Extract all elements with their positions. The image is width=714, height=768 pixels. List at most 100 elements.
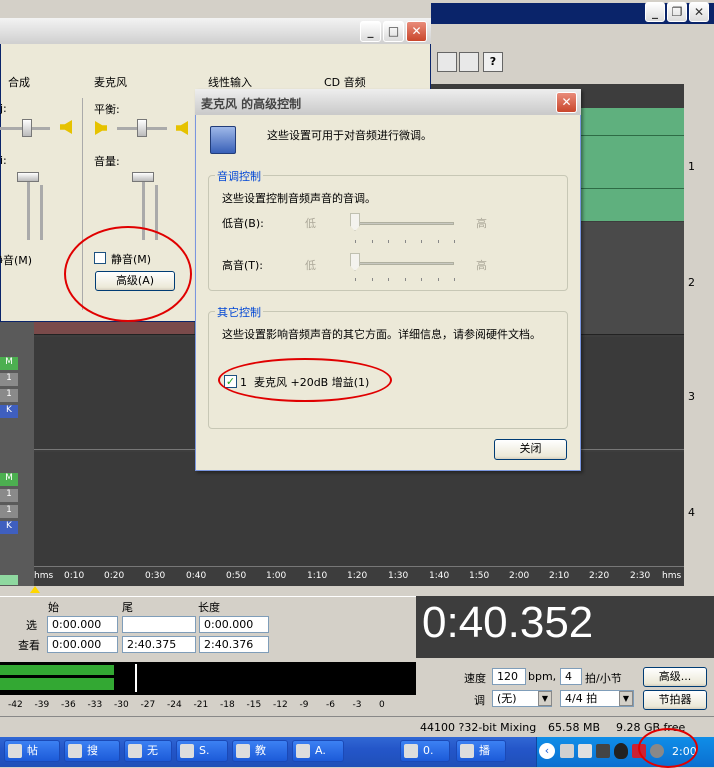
slider-tick (454, 278, 455, 281)
slider-tick (355, 240, 356, 243)
help-icon[interactable]: ? (483, 52, 503, 72)
bg-restore-button[interactable]: ❐ (667, 2, 687, 22)
meter-label: 0 (379, 700, 385, 710)
taskbar-button[interactable]: 播 (456, 740, 506, 762)
timeline-label: 0:50 (226, 571, 247, 581)
track-button-2[interactable]: 1 (0, 389, 18, 402)
track-number-1: 1 (688, 160, 695, 173)
selection-end-field[interactable] (122, 616, 196, 633)
tray-app-icon[interactable] (596, 744, 610, 758)
track-button-k[interactable]: K (0, 405, 18, 418)
bass-high-label: 高 (476, 217, 487, 230)
key-dropdown-icon[interactable]: ▼ (538, 691, 552, 706)
bg-minimize-button[interactable]: _ (645, 2, 665, 22)
timeline-label: 1:10 (307, 571, 328, 581)
mixer-close-button[interactable]: ✕ (406, 21, 427, 42)
view-row-label: 查看 (18, 639, 40, 652)
toolbar-tool-icon[interactable] (437, 52, 457, 72)
view-end-field[interactable]: 2:40.375 (122, 636, 196, 653)
bass-label: 低音(B): (222, 217, 264, 230)
taskbar-button[interactable]: 搜 (64, 740, 120, 762)
tone-desc: 这些设置控制音频声音的音调。 (222, 192, 376, 205)
status-memory: 65.58 MB (548, 721, 601, 734)
balance-slider-thumb[interactable] (22, 119, 32, 137)
toolbar-tool-icon[interactable] (459, 52, 479, 72)
track-number-3: 3 (688, 390, 695, 403)
timeline-label: 1:50 (469, 571, 490, 581)
slider-tick (421, 278, 422, 281)
slider-tick (388, 278, 389, 281)
app-icon (128, 744, 142, 758)
track-button-m[interactable]: M (0, 473, 18, 486)
bass-low-label: 低 (305, 217, 316, 230)
metronome-button[interactable]: 节拍器 (643, 690, 707, 710)
tempo-input[interactable]: 120 (492, 668, 526, 685)
volume-label-fragment: i: (0, 154, 7, 167)
annotation-circle (638, 728, 698, 768)
track-button-1[interactable]: 1 (0, 489, 18, 502)
selection-length-field[interactable]: 0:00.000 (199, 616, 269, 633)
selection-header-end: 尾 (122, 601, 133, 614)
tray-chevron-icon[interactable]: ‹ (539, 743, 555, 759)
track-green-bar (0, 575, 18, 585)
slider-tick (371, 240, 373, 243)
playhead-marker[interactable] (30, 586, 40, 593)
selection-start-field[interactable]: 0:00.000 (47, 616, 118, 633)
track-button-m[interactable]: M (0, 357, 18, 370)
timeline-label: 0:30 (145, 571, 166, 581)
other-desc: 这些设置影响音频声音的其它方面。详细信息，请参阅硬件文档。 (222, 328, 541, 341)
volume-slider-thumb[interactable] (17, 172, 39, 182)
status-format: 44100 ?32-bit Mixing (420, 721, 537, 734)
meter-label: -27 (140, 700, 156, 710)
taskbar-button-label: S. (199, 744, 210, 757)
timeline-label: 2:20 (589, 571, 610, 581)
other-group-label: 其它控制 (215, 304, 263, 320)
mixer-minimize-button[interactable]: _ (360, 21, 381, 42)
tray-app-icon[interactable] (560, 744, 574, 758)
settings-icon (210, 126, 236, 154)
status-bar (0, 716, 714, 737)
taskbar-button[interactable]: 教 (232, 740, 288, 762)
selection-row-label: 选 (26, 619, 37, 632)
treble-label: 高音(T): (222, 259, 264, 272)
track-number-4: 4 (688, 506, 695, 519)
app-icon (404, 744, 418, 758)
slider-tick (437, 278, 439, 281)
meter-label: -21 (193, 700, 209, 710)
track-button-k[interactable]: K (0, 521, 18, 534)
mixer-column-label: CD 音频 (324, 76, 366, 89)
taskbar-button[interactable]: 0. (400, 740, 450, 762)
balance-label-fragment: j: (0, 102, 7, 115)
mixer-maximize-button[interactable]: □ (383, 21, 404, 42)
bg-close-button[interactable]: ✕ (689, 2, 709, 22)
beats-input[interactable]: 4 (560, 668, 582, 685)
taskbar-button-label: 无 (147, 744, 158, 757)
taskbar-button[interactable]: A. (292, 740, 344, 762)
dialog-close-button[interactable]: ✕ (556, 92, 577, 113)
mic-volume-thumb[interactable] (132, 172, 154, 182)
meter-label: -33 (87, 700, 103, 710)
timeline-label: hms (662, 571, 682, 581)
qq-icon[interactable] (614, 743, 628, 759)
track-button-1[interactable]: 1 (0, 373, 18, 386)
mic-balance-thumb[interactable] (137, 119, 147, 137)
dialog-close-action-button[interactable]: 关闭 (494, 439, 567, 460)
taskbar-button-label: 0. (423, 744, 434, 757)
view-start-field[interactable]: 0:00.000 (47, 636, 118, 653)
tempo-advanced-button[interactable]: 高级... (643, 667, 707, 687)
tray-app-icon[interactable] (578, 744, 592, 758)
taskbar-button[interactable]: 无 (124, 740, 172, 762)
track-button-2[interactable]: 1 (0, 505, 18, 518)
taskbar-button[interactable]: 帖 (4, 740, 60, 762)
tone-group-label: 音调控制 (215, 168, 263, 184)
taskbar-button[interactable]: S. (176, 740, 228, 762)
time-signature-dropdown-icon[interactable]: ▼ (619, 691, 633, 706)
waveform-clip[interactable] (580, 108, 684, 221)
app-icon (8, 744, 22, 758)
view-length-field[interactable]: 2:40.376 (199, 636, 269, 653)
slider-tick (355, 278, 356, 281)
timeline-label: 1:40 (429, 571, 450, 581)
app-icon (460, 744, 474, 758)
annotation-circle (64, 226, 192, 322)
timeline-label: hms (34, 571, 54, 581)
